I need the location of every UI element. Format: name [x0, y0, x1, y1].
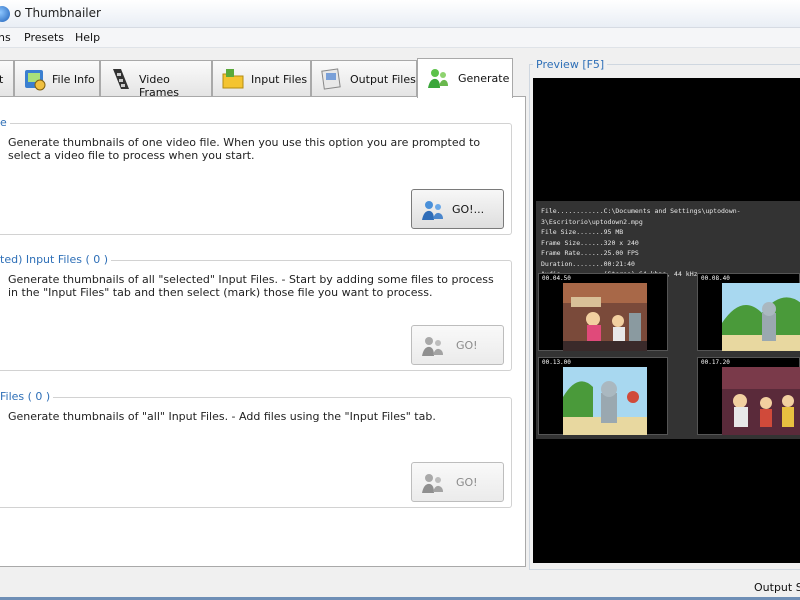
status-output-size: Output Siz — [754, 581, 800, 594]
thumbnail-time: 00.13.00 — [542, 359, 571, 366]
file-info-icon — [25, 70, 46, 91]
info-duration: Duration........00:21:40 — [541, 259, 635, 268]
users-icon — [422, 201, 443, 220]
tab-input-files-label: Input Files — [251, 73, 308, 86]
tab-input-files[interactable]: Input Files — [212, 60, 311, 96]
info-frame-rate: Frame Rate......25.00 FPS — [541, 249, 639, 257]
thumbnail-image — [563, 367, 647, 435]
users-icon — [422, 337, 443, 356]
thumbnail: 00.04.50 — [538, 273, 668, 351]
thumbnail-time: 00.08.40 — [701, 275, 730, 282]
go-single-file-label: GO!... — [452, 203, 485, 216]
go-selected-files-button[interactable]: GO! — [411, 325, 504, 365]
go-selected-files-label: GO! — [456, 339, 478, 352]
generate-panel: e Generate thumbnails of one video file.… — [0, 96, 526, 567]
tab-generate[interactable]: Generate — [417, 58, 513, 98]
info-file: File............C:\Documents and Setting… — [541, 207, 741, 226]
info-frame-size: Frame Size......320 x 240 — [541, 238, 639, 247]
output-files-icon — [321, 68, 341, 90]
window-title: o Thumbnailer — [14, 6, 101, 20]
menu-options[interactable]: ns — [0, 31, 11, 44]
input-folder-icon — [222, 69, 244, 89]
thumbnail-image — [722, 367, 800, 435]
info-file-size: File Size.......95 MB — [541, 228, 624, 236]
selected-files-group: ted) Input Files ( 0 ) Generate thumbnai… — [0, 253, 512, 371]
thumbnail: 00.17.20 — [697, 357, 800, 435]
tab-file-info[interactable]: File Info — [14, 60, 100, 96]
title-bar: o Thumbnailer — [0, 0, 800, 28]
menu-presets[interactable]: Presets — [24, 31, 64, 44]
menu-help[interactable]: Help — [75, 31, 100, 44]
all-files-group-title: Files ( 0 ) — [0, 390, 54, 403]
tab-video-frames[interactable]: Video Frames — [100, 60, 212, 99]
tab-file-info-label: File Info — [52, 73, 95, 86]
all-files-description: Generate thumbnails of "all" Input Files… — [8, 410, 436, 423]
tab-output-files[interactable]: Output Files — [311, 60, 417, 96]
thumbnail-image — [563, 283, 647, 351]
thumbnail: 00.08.40 — [697, 273, 800, 351]
go-single-file-button[interactable]: GO!... — [411, 189, 504, 229]
generate-icon — [428, 69, 448, 88]
app-icon — [0, 6, 10, 22]
go-all-files-button[interactable]: GO! — [411, 462, 504, 502]
tab-start-label: t — [0, 73, 4, 86]
selected-files-description: Generate thumbnails of all "selected" In… — [8, 273, 494, 299]
thumbnail-time: 00.17.20 — [701, 359, 730, 366]
film-strip-icon — [113, 69, 129, 89]
thumbnail-image — [722, 283, 800, 351]
tab-generate-label: Generate — [458, 72, 510, 85]
single-file-group: e Generate thumbnails of one video file.… — [0, 116, 512, 235]
single-file-group-title: e — [0, 116, 10, 129]
preview-label[interactable]: Preview [F5] — [533, 58, 608, 71]
go-all-files-label: GO! — [456, 476, 478, 489]
tab-output-files-label: Output Files — [350, 73, 416, 86]
sheet-info: File............C:\Documents and Setting… — [541, 206, 800, 280]
tab-start[interactable]: t — [0, 60, 14, 96]
thumbnail: 00.13.00 — [538, 357, 668, 435]
menu-bar: ns Presets Help — [0, 28, 800, 48]
users-icon — [422, 474, 443, 493]
selected-files-group-title: ted) Input Files ( 0 ) — [0, 253, 112, 266]
single-file-description: Generate thumbnails of one video file. W… — [8, 136, 481, 162]
thumbnail-time: 00.04.50 — [542, 275, 571, 282]
all-files-group: Files ( 0 ) Generate thumbnails of "all"… — [0, 390, 512, 508]
